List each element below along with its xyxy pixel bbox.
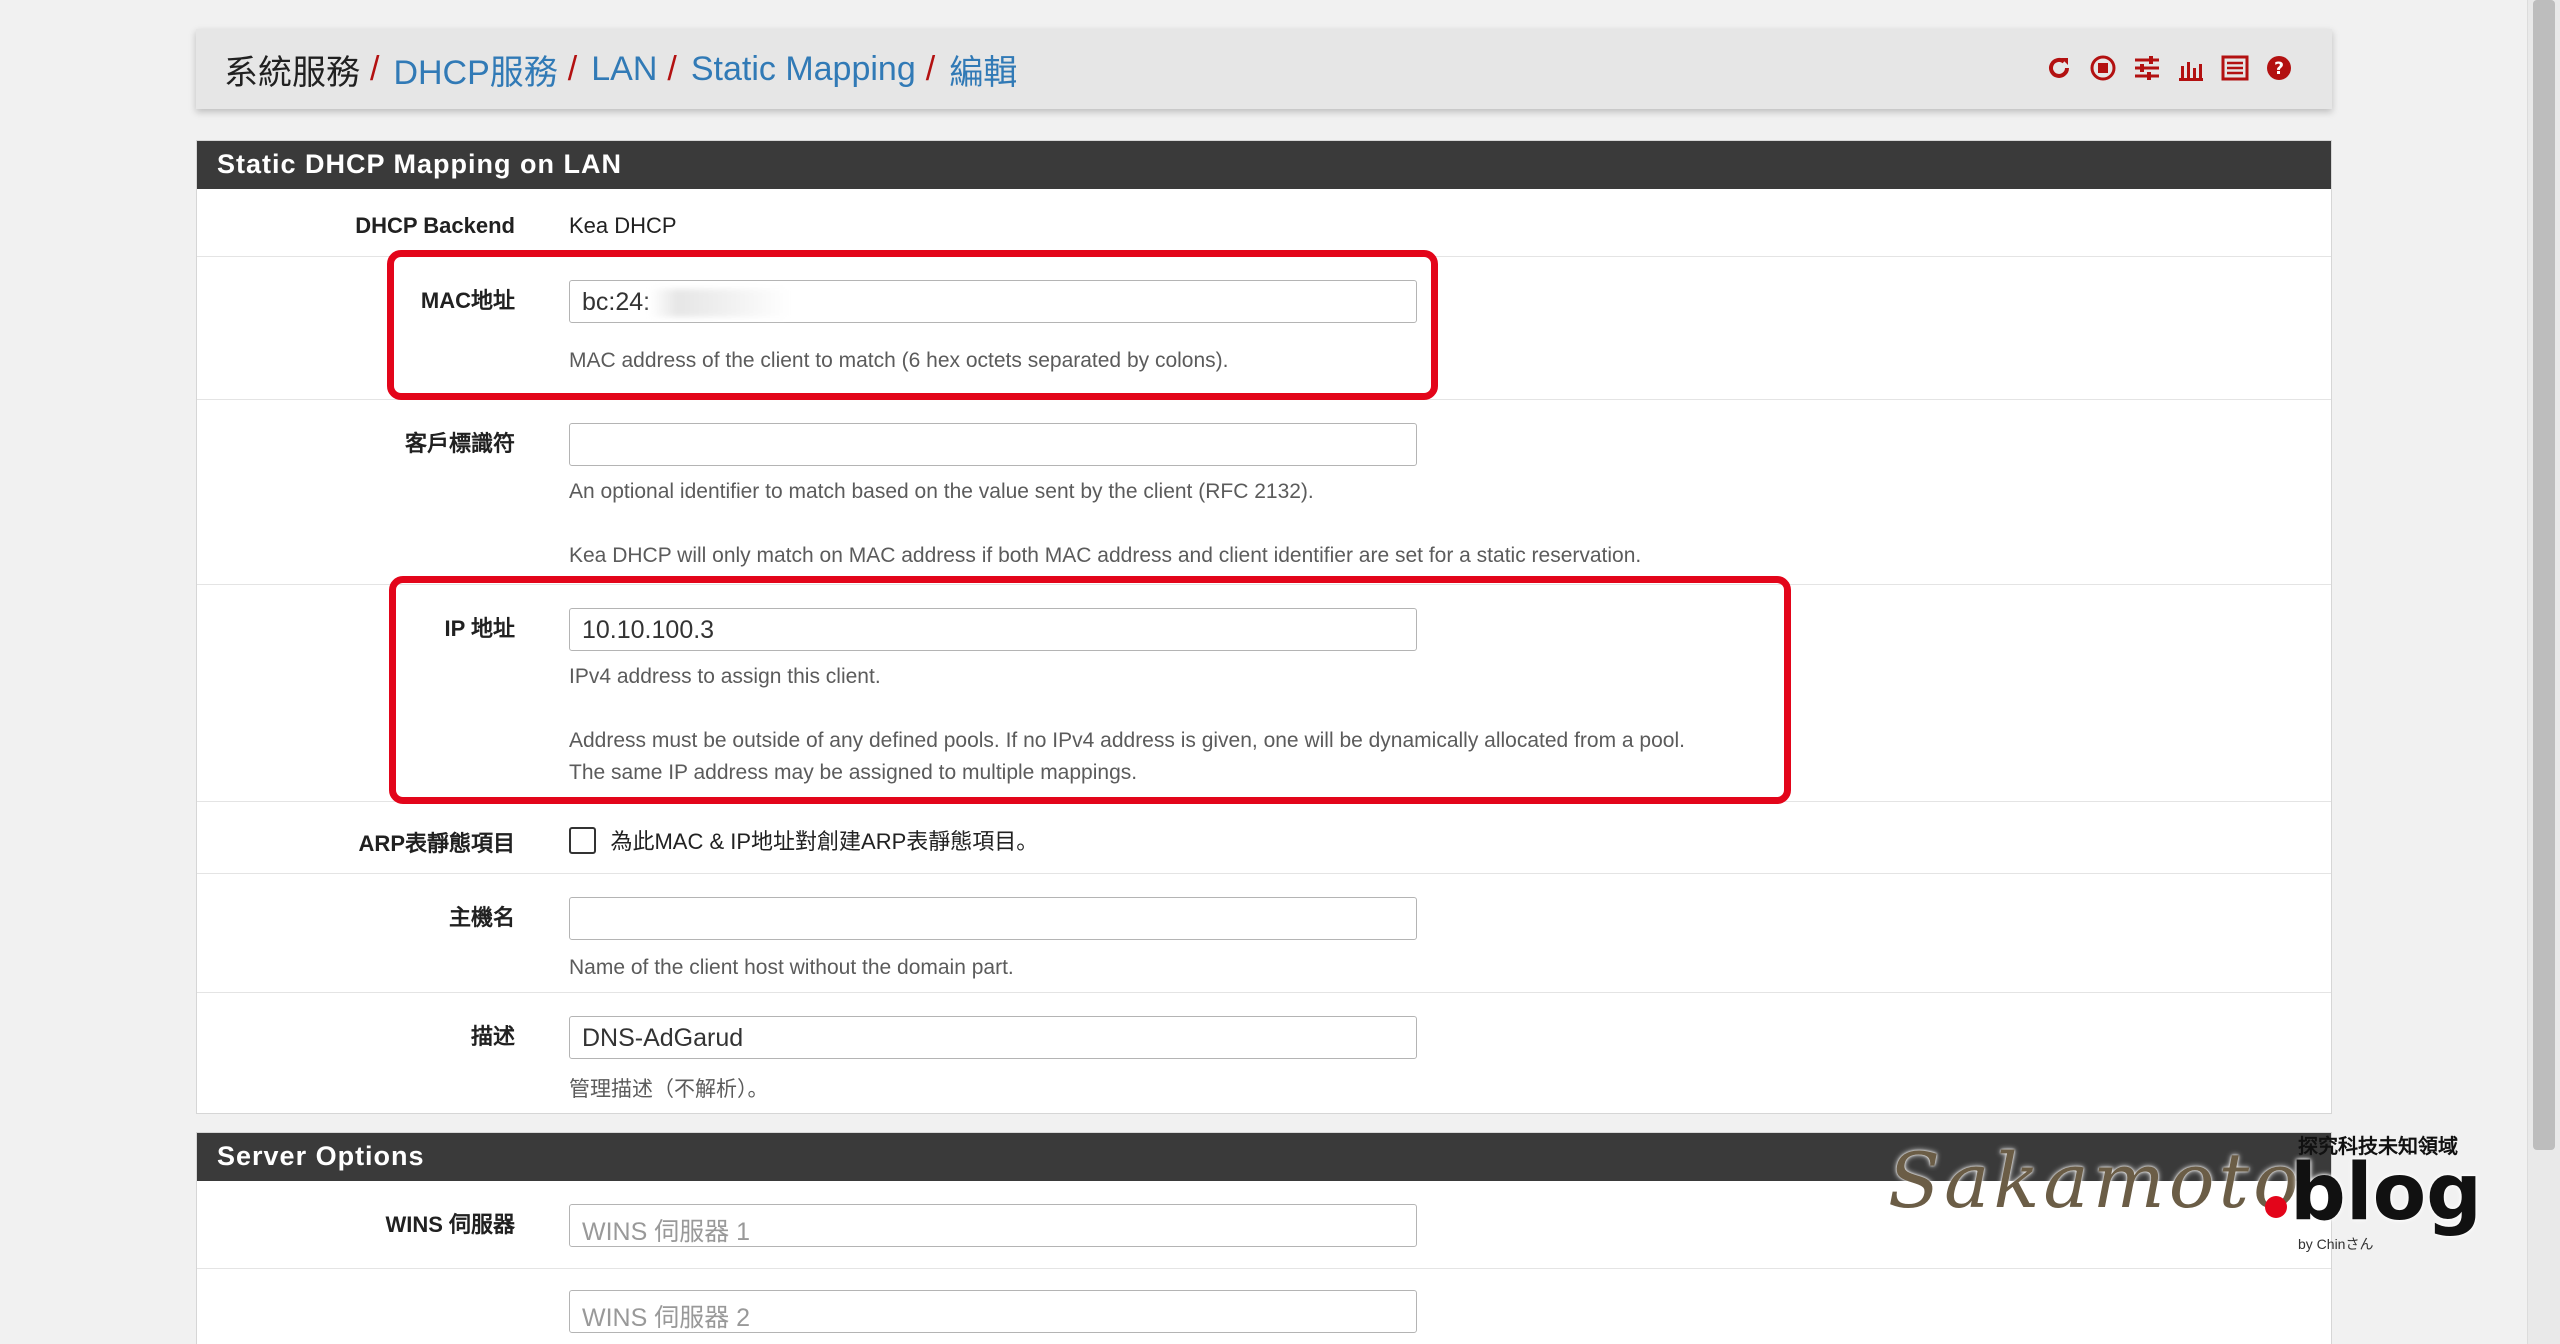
settings-sliders-icon[interactable] <box>2132 53 2162 83</box>
client-identifier-row: 客戶標識符 An optional identifier to match ba… <box>197 400 2331 585</box>
arp-static-row: ARP表靜態項目 為此MAC & IP地址對創建ARP表靜態項目。 <box>197 802 2331 874</box>
arp-static-label: ARP表靜態項目 <box>358 831 515 856</box>
wins-server-2-input[interactable]: WINS 伺服器 2 <box>569 1290 1417 1333</box>
toolbar-icons: ? <box>2044 53 2294 83</box>
breadcrumb-edit-link[interactable]: 編輯 <box>949 45 1017 94</box>
vertical-scrollbar[interactable] <box>2527 0 2560 1344</box>
scrollbar-thumb[interactable] <box>2533 0 2555 1150</box>
chart-icon[interactable] <box>2176 53 2206 83</box>
breadcrumb-services: 系統服務 <box>224 53 360 92</box>
description-row: 描述 DNS-AdGarud 管理描述（不解析）。 <box>197 993 2331 1113</box>
mac-highlight-box <box>387 250 1438 400</box>
arp-static-checkbox[interactable] <box>569 826 596 854</box>
watermark-brand: blog <box>2290 1148 2482 1238</box>
client-identifier-note: Kea DHCP will only match on MAC address … <box>569 544 1642 567</box>
dhcp-backend-row: DHCP Backend Kea DHCP <box>197 189 2331 257</box>
breadcrumb-separator: / <box>567 49 578 88</box>
stop-icon[interactable] <box>2088 53 2118 83</box>
breadcrumb-separator: / <box>370 49 380 88</box>
breadcrumb-bar: 系統服務 / DHCP服務 / LAN / Static Mapping / 編… <box>196 29 2332 109</box>
panel-title: Static DHCP Mapping on LAN <box>197 141 2331 189</box>
hostname-label: 主機名 <box>448 905 515 930</box>
hostname-row: 主機名 Name of the client host without the … <box>197 874 2331 993</box>
watermark-signature: Sakamoto <box>1888 1136 2303 1225</box>
dhcp-backend-label: DHCP Backend <box>355 213 515 238</box>
wins-server-2-row: WINS 伺服器 2 <box>197 1269 2331 1344</box>
description-help: 管理描述（不解析）。 <box>569 1078 769 1101</box>
breadcrumb-lan-link[interactable]: LAN <box>591 50 657 89</box>
watermark-dot <box>2265 1196 2287 1218</box>
watermark-logo: Sakamoto 探究科技未知領域 blog by Chinさん <box>1888 1128 2488 1258</box>
wins-server-label: WINS 伺服器 <box>385 1212 515 1237</box>
hostname-input[interactable] <box>569 897 1417 940</box>
reload-icon[interactable] <box>2044 53 2074 83</box>
breadcrumb-separator: / <box>667 49 677 88</box>
client-identifier-label: 客戶標識符 <box>404 431 515 456</box>
help-icon[interactable]: ? <box>2264 53 2294 83</box>
watermark-byline: by Chinさん <box>2298 1236 2374 1252</box>
breadcrumb-static-mapping-link[interactable]: Static Mapping <box>691 50 916 89</box>
hostname-help: Name of the client host without the doma… <box>569 956 1014 979</box>
wins-server-1-input[interactable]: WINS 伺服器 1 <box>569 1204 1417 1247</box>
client-identifier-help: An optional identifier to match based on… <box>569 480 1314 503</box>
breadcrumb-separator: / <box>925 49 936 88</box>
client-identifier-input[interactable] <box>569 423 1417 466</box>
log-list-icon[interactable] <box>2220 53 2250 83</box>
description-input[interactable]: DNS-AdGarud <box>569 1016 1417 1059</box>
arp-static-checkbox-label[interactable]: 為此MAC & IP地址對創建ARP表靜態項目。 <box>610 829 1038 854</box>
dhcp-backend-value: Kea DHCP <box>569 213 677 238</box>
breadcrumb-dhcp-link[interactable]: DHCP服務 <box>393 45 557 94</box>
ip-highlight-box <box>389 576 1791 804</box>
arp-static-field: 為此MAC & IP地址對創建ARP表靜態項目。 <box>569 824 1038 856</box>
svg-text:?: ? <box>2274 59 2284 79</box>
description-label: 描述 <box>470 1024 515 1049</box>
